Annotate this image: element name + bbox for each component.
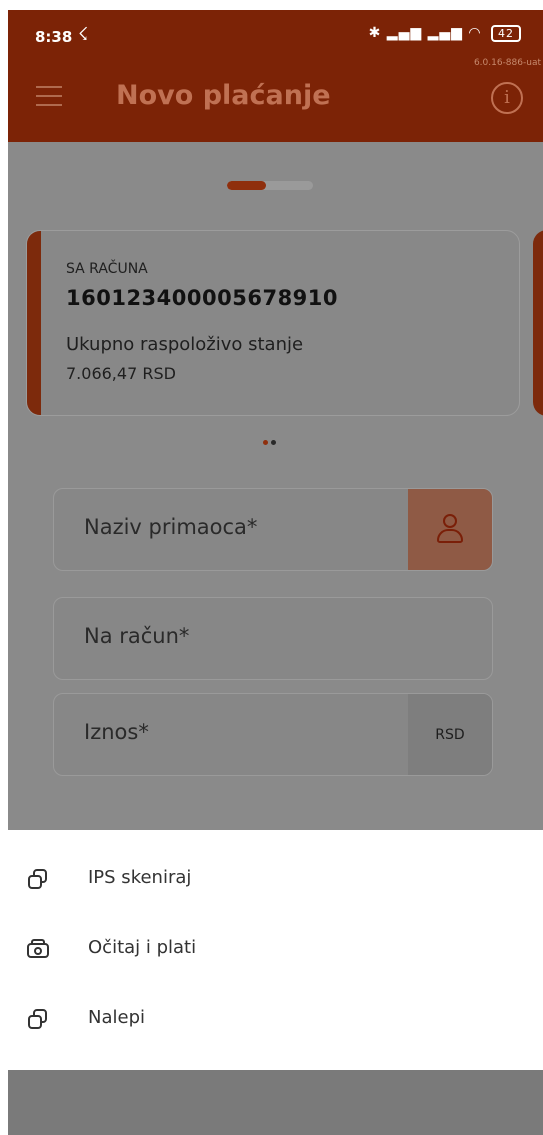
balance-value: 7.066,47 RSD — [66, 364, 176, 383]
status-icons: ✱ ▂▄▆ ▂▄▆ ◠ 42 — [369, 25, 521, 42]
account-card[interactable]: SA RAČUNA 160123400005678910 Ukupno rasp… — [26, 230, 520, 416]
bottom-sheet: IPS skeniraj Očitaj i plati Nalepi — [8, 830, 543, 1070]
app-bar: 8:38 ☇ ✱ ▂▄▆ ▂▄▆ ◠ 42 6.0.16-886-uat Nov… — [8, 10, 543, 142]
camera-icon — [26, 937, 50, 961]
system-nav-bar — [8, 1070, 543, 1135]
hamburger-icon[interactable] — [36, 86, 62, 108]
bluetooth-icon: ✱ — [368, 25, 382, 41]
sheet-item-label: Nalepi — [88, 1007, 145, 1028]
balance-label: Ukupno raspoloživo stanje — [66, 334, 304, 355]
sheet-item-read-and-pay[interactable]: Očitaj i plati — [8, 915, 543, 985]
carousel-dot-active — [263, 440, 268, 445]
recipient-field[interactable]: Naziv primaoca* — [53, 488, 493, 571]
signal-icon-2: ▂▄▆ — [427, 25, 463, 41]
step-progress — [227, 181, 313, 190]
next-account-card[interactable] — [533, 230, 543, 416]
carousel-dots — [263, 430, 279, 449]
info-icon[interactable]: i — [491, 82, 523, 114]
signal-icon: ▂▄▆ — [386, 25, 423, 41]
account-number-field[interactable]: Na račun* — [53, 597, 493, 680]
currency-selector[interactable]: RSD — [408, 694, 492, 775]
wifi-icon: ◠ — [468, 25, 482, 41]
carousel-dot — [271, 440, 276, 445]
recipient-label: Naziv primaoca* — [84, 515, 258, 539]
step-progress-fill — [227, 181, 266, 190]
phone-screen: 8:38 ☇ ✱ ▂▄▆ ▂▄▆ ◠ 42 6.0.16-886-uat Nov… — [8, 10, 543, 1135]
page-title: Novo plaćanje — [116, 80, 331, 111]
status-time: 8:38 — [35, 28, 73, 46]
account-number: 160123400005678910 — [66, 286, 339, 310]
amount-label: Iznos* — [84, 720, 149, 744]
sheet-item-label: IPS skeniraj — [88, 867, 192, 888]
navigation-gesture-icon: ☇ — [78, 24, 89, 45]
copy-icon — [26, 1007, 50, 1031]
copy-icon — [26, 867, 50, 891]
sheet-item-label: Očitaj i plati — [88, 937, 197, 958]
contact-icon — [436, 514, 464, 544]
sheet-item-paste[interactable]: Nalepi — [8, 985, 543, 1055]
account-number-label: Na račun* — [84, 624, 190, 648]
account-label: SA RAČUNA — [66, 261, 148, 277]
contacts-button[interactable] — [408, 489, 492, 570]
card-accent — [27, 231, 41, 415]
amount-field[interactable]: Iznos* RSD — [53, 693, 493, 776]
battery-icon: 42 — [491, 25, 521, 42]
sheet-item-ips-scan[interactable]: IPS skeniraj — [8, 845, 543, 915]
app-version: 6.0.16-886-uat — [473, 58, 541, 68]
